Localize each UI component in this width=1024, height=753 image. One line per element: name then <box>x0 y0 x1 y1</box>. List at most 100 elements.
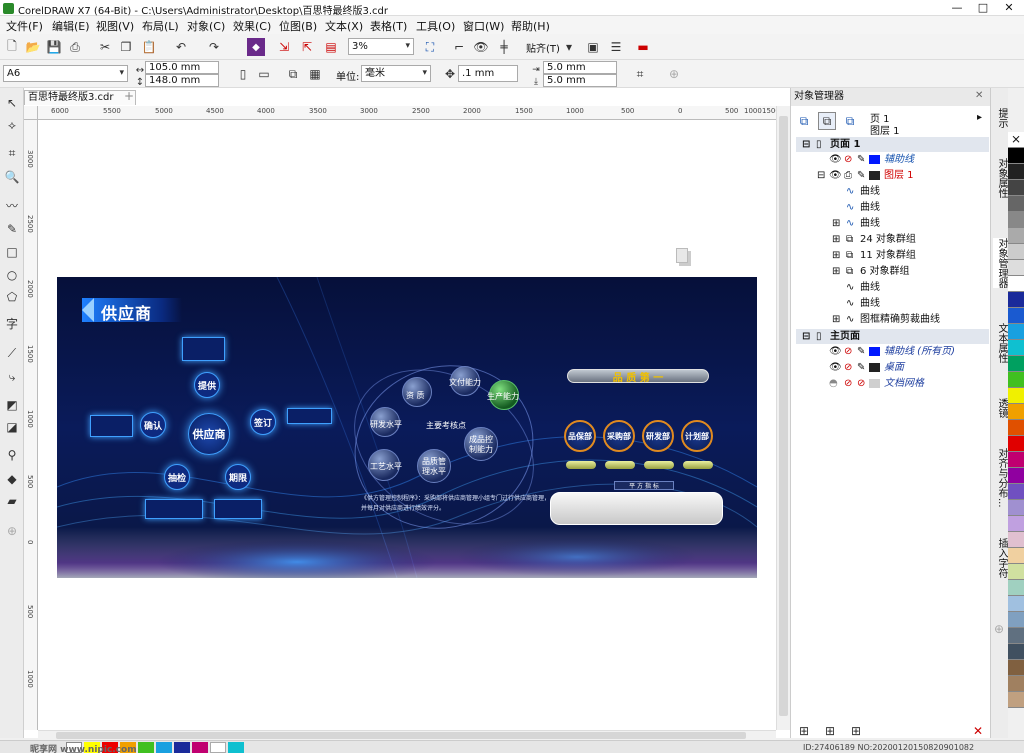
lock-icon[interactable]: ✎ <box>857 360 865 375</box>
toolbox-add-icon[interactable]: ⊕ <box>3 522 21 540</box>
color-swatch[interactable] <box>1008 660 1024 676</box>
pick-tool-icon[interactable]: ↖ <box>3 94 21 112</box>
new-layer-icon[interactable]: ⊞ <box>795 722 813 740</box>
design-canvas[interactable]: 供应商 供应商 提供 确认 签订 抽检 期限 资 质 文付能力 生产能力 研发水… <box>57 277 757 578</box>
smart-fill-icon[interactable]: ▰ <box>3 492 21 510</box>
shape-tool-icon[interactable]: ⟡ <box>3 116 21 134</box>
docker-tab-hints[interactable]: 提示 <box>993 108 1007 128</box>
new-master-layer-all-icon[interactable]: ⊞ <box>847 722 865 740</box>
menu-table[interactable]: 表格(T) <box>370 18 407 34</box>
artistic-media-icon[interactable]: ✎ <box>3 220 21 238</box>
color-swatch[interactable] <box>1008 260 1024 276</box>
add-icon[interactable]: ⊕ <box>665 65 683 83</box>
status-color-swatch[interactable] <box>174 742 190 753</box>
color-swatch[interactable] <box>1008 356 1024 372</box>
color-swatch[interactable] <box>1008 212 1024 228</box>
visibility-icon[interactable]: ◓ <box>829 376 838 391</box>
zoom-tool-icon[interactable]: 🔍 <box>3 168 21 186</box>
full-screen-icon[interactable]: ⛶ <box>421 38 439 56</box>
zoom-level-select[interactable]: 3% <box>348 38 414 55</box>
tree-row-document-grid[interactable]: ◓ ⊘ ⊘ 文档网格 <box>791 376 989 391</box>
tree-row-desktop[interactable]: 👁 ⊘ ✎ 桌面 <box>791 360 989 375</box>
menu-help[interactable]: 帮助(H) <box>511 18 550 34</box>
color-swatch[interactable] <box>1008 292 1024 308</box>
undo-icon[interactable]: ↶ <box>172 38 190 56</box>
color-swatch[interactable] <box>1008 420 1024 436</box>
status-color-swatch[interactable] <box>192 742 208 753</box>
status-color-swatch[interactable] <box>228 742 244 753</box>
color-swatch[interactable] <box>1008 164 1024 180</box>
text-tool-icon[interactable]: 字 <box>3 314 21 332</box>
expand-icon[interactable]: ⊞ <box>832 248 840 263</box>
menu-tools[interactable]: 工具(O) <box>416 18 455 34</box>
horizontal-ruler[interactable]: 6000 5500 5000 4500 4000 3500 3000 2500 … <box>38 106 776 120</box>
menu-object[interactable]: 对象(C) <box>187 18 225 34</box>
expand-icon[interactable]: ⊞ <box>832 232 840 247</box>
color-swatch[interactable] <box>1008 340 1024 356</box>
color-swatch[interactable] <box>1008 404 1024 420</box>
horizontal-scrollbar[interactable] <box>38 730 776 740</box>
portrait-icon[interactable]: ▯ <box>234 65 252 83</box>
color-swatch[interactable] <box>1008 276 1024 292</box>
options-icon[interactable]: ▣ <box>584 38 602 56</box>
print-disabled-icon[interactable]: ⊘ <box>844 152 852 167</box>
unit-select[interactable]: 毫米 <box>361 65 431 82</box>
page-frame-icon[interactable]: ⌗ <box>631 65 649 83</box>
copy-icon[interactable]: ❐ <box>117 38 135 56</box>
tree-master-page[interactable]: ⊟ ▯ 主页面 <box>796 329 989 344</box>
horizontal-scroll-thumb[interactable] <box>56 732 746 739</box>
tree-row-master-guides[interactable]: 👁 ⊘ ✎ 辅助线 (所有页) <box>791 344 989 359</box>
visibility-icon[interactable]: 👁 <box>829 360 842 375</box>
color-swatch[interactable] <box>1008 196 1024 212</box>
page-width-input[interactable]: 105.0 mm <box>145 61 219 74</box>
close-icon[interactable]: ✕ <box>996 0 1022 16</box>
new-icon[interactable]: 🗋 <box>3 38 21 56</box>
no-color-swatch[interactable]: ⨯ <box>1008 132 1024 148</box>
menu-view[interactable]: 视图(V) <box>96 18 134 34</box>
color-swatch[interactable] <box>1008 148 1024 164</box>
object-view-icon[interactable]: ⧉ <box>841 112 859 130</box>
landscape-icon[interactable]: ▭ <box>255 65 273 83</box>
color-swatch[interactable] <box>1008 532 1024 548</box>
launcher-icon[interactable]: ▬ <box>634 38 652 56</box>
panel-close-icon[interactable]: ✕ <box>975 90 983 101</box>
ruler-origin-icon[interactable] <box>24 106 38 120</box>
menu-edit[interactable]: 编辑(E) <box>52 18 90 34</box>
docker-tab-insert-character[interactable]: 插入字符 <box>993 538 1007 578</box>
open-icon[interactable]: 📂 <box>24 38 42 56</box>
expand-icon[interactable]: ⊟ <box>802 329 810 344</box>
drop-shadow-icon[interactable]: ◩ <box>3 396 21 414</box>
polygon-tool-icon[interactable]: ⬠ <box>3 288 21 306</box>
color-swatch[interactable] <box>1008 452 1024 468</box>
page-size-select[interactable]: A6 <box>3 65 128 82</box>
transparency-tool-icon[interactable]: ◪ <box>3 418 21 436</box>
color-swatch[interactable] <box>1008 564 1024 580</box>
color-swatch[interactable] <box>1008 548 1024 564</box>
color-swatch[interactable] <box>1008 372 1024 388</box>
maximize-icon[interactable]: □ <box>970 0 996 16</box>
export-icon[interactable]: ⇱ <box>298 38 316 56</box>
publish-pdf-icon[interactable]: ▤ <box>322 38 340 56</box>
paste-icon[interactable]: 📋 <box>140 38 158 56</box>
status-color-swatch[interactable] <box>138 742 154 753</box>
import-icon[interactable]: ⇲ <box>275 38 293 56</box>
color-swatch[interactable] <box>1008 596 1024 612</box>
menu-file[interactable]: 文件(F) <box>6 18 43 34</box>
visibility-icon[interactable]: 👁 <box>829 344 842 359</box>
tree-row-curve[interactable]: ∿ 曲线 <box>791 296 989 311</box>
color-swatch[interactable] <box>1008 628 1024 644</box>
lock-icon[interactable]: ✎ <box>857 152 865 167</box>
expand-icon[interactable]: ⊞ <box>832 312 840 327</box>
color-swatch[interactable] <box>1008 676 1024 692</box>
tree-row-guides[interactable]: 👁 ⊘ ✎ 辅助线 <box>791 152 989 167</box>
duplicate-x-input[interactable]: 5.0 mm <box>543 61 617 74</box>
guidelines-icon[interactable]: ╪ <box>495 38 513 56</box>
tree-row-powerclip[interactable]: ⊞ ∿ 图框精确剪裁曲线 <box>791 312 989 327</box>
docker-tab-text-properties[interactable]: 文本属性 <box>993 323 1007 363</box>
rulers-icon[interactable]: ⌐ <box>450 38 468 56</box>
status-color-swatch[interactable] <box>210 742 226 753</box>
tree-row-curve[interactable]: ∿ 曲线 <box>791 200 989 215</box>
parallel-dimension-icon[interactable]: ⟋ <box>3 344 21 362</box>
print-icon[interactable]: ⎙ <box>66 38 84 56</box>
snap-to-button[interactable]: 贴齐(T) <box>526 40 560 55</box>
